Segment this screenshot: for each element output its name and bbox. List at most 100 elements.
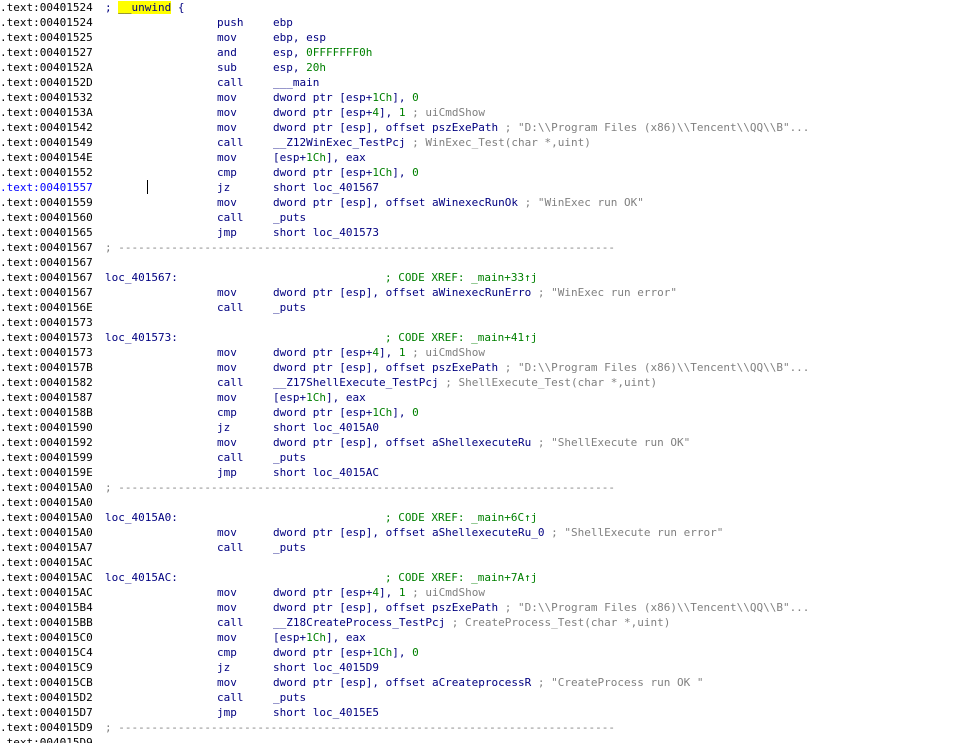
- listing-line[interactable]: .text:00401567 loc_401567: ; CODE XREF: _m…: [0, 270, 957, 285]
- listing-line[interactable]: .text:004015D2 call _puts: [0, 690, 957, 705]
- operand[interactable]: __Z17ShellExecute_TestPcj ; ShellExecute…: [273, 375, 657, 390]
- operand[interactable]: _puts: [273, 450, 306, 465]
- operand[interactable]: dword ptr [esp+1Ch], 0: [273, 405, 419, 420]
- listing-line[interactable]: .text:0040156E call _puts: [0, 300, 957, 315]
- xref-comment[interactable]: ; CODE XREF: _main+6C↑j: [385, 510, 537, 525]
- operand[interactable]: _puts: [273, 210, 306, 225]
- operand[interactable]: esp, 0FFFFFFF0h: [273, 45, 372, 60]
- listing-line[interactable]: .text:0040154E mov [esp+1Ch], eax: [0, 150, 957, 165]
- operand[interactable]: _puts: [273, 540, 306, 555]
- listing-line[interactable]: .text:00401567: [0, 255, 957, 270]
- listing-line[interactable]: .text:00401549 call __Z12WinExec_TestPcj ;…: [0, 135, 957, 150]
- listing-line[interactable]: .text:00401567 ; ------------------------…: [0, 240, 957, 255]
- operand-text: ], eax: [326, 631, 366, 644]
- listing-line[interactable]: .text:00401524 push ebp: [0, 15, 957, 30]
- disassembly-listing[interactable]: .text:00401524; __unwind {.text:00401524…: [0, 0, 957, 743]
- operand[interactable]: short loc_401573: [273, 225, 379, 240]
- operand[interactable]: __Z12WinExec_TestPcj ; WinExec_Test(char…: [273, 135, 591, 150]
- operand[interactable]: dword ptr [esp], offset pszExePath ; "D:…: [273, 360, 809, 375]
- listing-line[interactable]: .text:00401573 mov dword ptr [esp+4], 1 ; …: [0, 345, 957, 360]
- operand[interactable]: short loc_4015D9: [273, 660, 379, 675]
- operand[interactable]: ___main: [273, 75, 319, 90]
- listing-line[interactable]: .text:00401552 cmp dword ptr [esp+1Ch], 0: [0, 165, 957, 180]
- operand[interactable]: [esp+1Ch], eax: [273, 390, 366, 405]
- listing-line[interactable]: .text:00401560 call _puts: [0, 210, 957, 225]
- operand[interactable]: dword ptr [esp], offset pszExePath ; "D:…: [273, 600, 809, 615]
- listing-line[interactable]: .text:00401573 loc_401573: ; CODE XREF: _m…: [0, 330, 957, 345]
- listing-line[interactable]: .text:00401567 mov dword ptr [esp], offset…: [0, 285, 957, 300]
- listing-line[interactable]: .text:004015A0 loc_4015A0: ; CODE XREF: _m…: [0, 510, 957, 525]
- listing-line[interactable]: .text:004015B4 mov dword ptr [esp], offset…: [0, 600, 957, 615]
- listing-line[interactable]: .text:004015C4 cmp dword ptr [esp+1Ch], 0: [0, 645, 957, 660]
- listing-line[interactable]: .text:00401599 call _puts: [0, 450, 957, 465]
- listing-line[interactable]: .text:004015A0 ; ------------------------…: [0, 480, 957, 495]
- listing-line[interactable]: .text:00401565 jmp short loc_401573: [0, 225, 957, 240]
- operand[interactable]: dword ptr [esp], offset aWinexecRunErro …: [273, 285, 677, 300]
- operand[interactable]: dword ptr [esp+4], 1 ; uiCmdShow: [273, 105, 485, 120]
- operand[interactable]: dword ptr [esp], offset aShellexecuteRu_…: [273, 525, 723, 540]
- listing-line[interactable]: .text:00401590 jz short loc_4015A0: [0, 420, 957, 435]
- operand[interactable]: esp, 20h: [273, 60, 326, 75]
- listing-line[interactable]: .text:004015C9 jz short loc_4015D9: [0, 660, 957, 675]
- xref-comment[interactable]: ; CODE XREF: _main+7A↑j: [385, 570, 537, 585]
- listing-line[interactable]: .text:004015A0: [0, 495, 957, 510]
- operand[interactable]: dword ptr [esp+4], 1 ; uiCmdShow: [273, 585, 485, 600]
- listing-line[interactable]: .text:004015AC mov dword ptr [esp+4], 1 ; …: [0, 585, 957, 600]
- address: .text:00401532: [0, 91, 93, 104]
- operand[interactable]: dword ptr [esp+1Ch], 0: [273, 90, 419, 105]
- code-label[interactable]: loc_4015AC:: [105, 570, 178, 585]
- listing-line[interactable]: .text:004015A7 call _puts: [0, 540, 957, 555]
- code-label[interactable]: loc_401573:: [105, 330, 178, 345]
- operand[interactable]: short loc_4015AC: [273, 465, 379, 480]
- operand[interactable]: dword ptr [esp], offset aShellexecuteRu …: [273, 435, 690, 450]
- operand[interactable]: dword ptr [esp+4], 1 ; uiCmdShow: [273, 345, 485, 360]
- listing-line[interactable]: .text:004015AC loc_4015AC: ; CODE XREF: _m…: [0, 570, 957, 585]
- listing-line[interactable]: .text:00401592 mov dword ptr [esp], offset…: [0, 435, 957, 450]
- operand[interactable]: short loc_4015E5: [273, 705, 379, 720]
- operand[interactable]: __Z18CreateProcess_TestPcj ; CreateProce…: [273, 615, 670, 630]
- operand[interactable]: [esp+1Ch], eax: [273, 630, 366, 645]
- listing-line[interactable]: .text:0040153A mov dword ptr [esp+4], 1 ; …: [0, 105, 957, 120]
- operand[interactable]: [esp+1Ch], eax: [273, 150, 366, 165]
- listing-line[interactable]: .text:004015A0 mov dword ptr [esp], offset…: [0, 525, 957, 540]
- operand-text: __Z12WinExec_TestPcj: [273, 136, 406, 149]
- operand[interactable]: ebp: [273, 15, 293, 30]
- function-name[interactable]: __unwind: [118, 1, 172, 14]
- listing-line[interactable]: .text:004015D9 ; ------------------------…: [0, 720, 957, 735]
- operand[interactable]: short loc_401567: [273, 180, 379, 195]
- operand[interactable]: _puts: [273, 300, 306, 315]
- operand[interactable]: dword ptr [esp], offset pszExePath ; "D:…: [273, 120, 809, 135]
- listing-line[interactable]: .text:0040159E jmp short loc_4015AC: [0, 465, 957, 480]
- operand[interactable]: short loc_4015A0: [273, 420, 379, 435]
- listing-line[interactable]: .text:004015CB mov dword ptr [esp], offset…: [0, 675, 957, 690]
- listing-line[interactable]: .text:0040158B cmp dword ptr [esp+1Ch], 0: [0, 405, 957, 420]
- listing-line[interactable]: .text:00401559 mov dword ptr [esp], offset…: [0, 195, 957, 210]
- xref-comment[interactable]: ; CODE XREF: _main+41↑j: [385, 330, 537, 345]
- operand[interactable]: dword ptr [esp+1Ch], 0: [273, 165, 419, 180]
- listing-line[interactable]: .text:00401542 mov dword ptr [esp], offset…: [0, 120, 957, 135]
- listing-line[interactable]: .text:004015D9: [0, 735, 957, 743]
- listing-line[interactable]: .text:0040157B mov dword ptr [esp], offset…: [0, 360, 957, 375]
- xref-comment[interactable]: ; CODE XREF: _main+33↑j: [385, 270, 537, 285]
- operand[interactable]: dword ptr [esp], offset aWinexecRunOk ; …: [273, 195, 644, 210]
- listing-line[interactable]: .text:00401524; __unwind {: [0, 0, 957, 15]
- listing-line[interactable]: .text:00401532 mov dword ptr [esp+1Ch], 0: [0, 90, 957, 105]
- code-label[interactable]: loc_4015A0:: [105, 510, 178, 525]
- listing-line[interactable]: .text:0040152A sub esp, 20h: [0, 60, 957, 75]
- code-label[interactable]: loc_401567:: [105, 270, 178, 285]
- listing-line[interactable]: .text:00401525 mov ebp, esp: [0, 30, 957, 45]
- listing-line[interactable]: .text:00401527 and esp, 0FFFFFFF0h: [0, 45, 957, 60]
- listing-line[interactable]: .text:004015BB call __Z18CreateProcess_Tes…: [0, 615, 957, 630]
- listing-line[interactable]: .text:00401557 jz short loc_401567: [0, 180, 957, 195]
- listing-line[interactable]: .text:0040152D call ___main: [0, 75, 957, 90]
- listing-line[interactable]: .text:004015C0 mov [esp+1Ch], eax: [0, 630, 957, 645]
- listing-line[interactable]: .text:00401573: [0, 315, 957, 330]
- operand[interactable]: dword ptr [esp], offset aCreateprocessR …: [273, 675, 703, 690]
- operand[interactable]: ebp, esp: [273, 30, 326, 45]
- operand[interactable]: dword ptr [esp+1Ch], 0: [273, 645, 419, 660]
- listing-line[interactable]: .text:004015D7 jmp short loc_4015E5: [0, 705, 957, 720]
- listing-line[interactable]: .text:00401582 call __Z17ShellExecute_Test…: [0, 375, 957, 390]
- listing-line[interactable]: .text:00401587 mov [esp+1Ch], eax: [0, 390, 957, 405]
- listing-line[interactable]: .text:004015AC: [0, 555, 957, 570]
- operand[interactable]: _puts: [273, 690, 306, 705]
